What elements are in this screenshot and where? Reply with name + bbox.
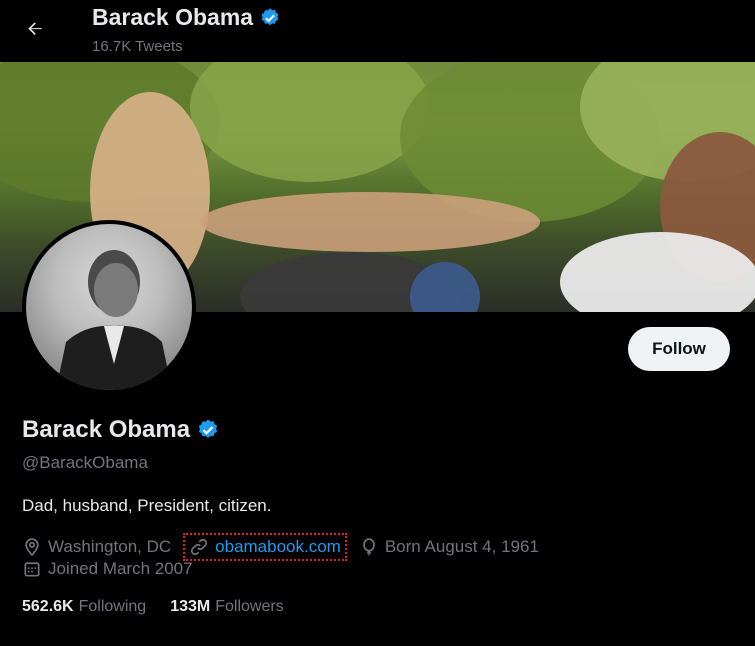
followers-count: 133M <box>170 598 211 615</box>
profile-name-row: Barack Obama <box>22 416 220 444</box>
verified-badge-icon <box>261 7 279 25</box>
following-count: 562.6K <box>22 598 74 615</box>
verified-badge-icon <box>198 419 218 438</box>
birthday-item: Born August 4, 1961 <box>359 537 539 557</box>
followers-link[interactable]: 133M Followers <box>170 598 284 616</box>
profile-handle: @BarackObama <box>22 453 148 472</box>
following-link[interactable]: 562.6K Following <box>22 598 146 616</box>
header-name: Barack Obama <box>92 4 254 30</box>
back-arrow-icon <box>28 22 42 35</box>
following-label: Following <box>78 598 147 615</box>
link-icon <box>191 538 208 556</box>
location-pin-icon <box>25 538 39 557</box>
profile-avatar[interactable] <box>22 220 196 394</box>
balloon-icon <box>363 538 375 556</box>
calendar-icon <box>24 562 40 577</box>
joined-text: Joined March 2007 <box>48 559 193 578</box>
profile-display-name: Barack Obama <box>22 416 191 443</box>
avatar-portrait <box>56 250 172 390</box>
joined-item: Joined March 2007 <box>22 559 193 579</box>
location-text: Washington, DC <box>48 537 172 556</box>
top-bar: Barack Obama 16.7K Tweets <box>0 0 755 62</box>
location-item: Washington, DC <box>22 537 171 557</box>
follow-button[interactable]: Follow <box>628 327 730 371</box>
website-item[interactable]: obamabook.com <box>183 533 347 561</box>
profile-meta-row: Washington, DC obamabook.com Born August… <box>22 533 553 561</box>
back-button[interactable] <box>18 12 52 46</box>
header-name-row: Barack Obama <box>92 4 281 31</box>
birthday-text: Born August 4, 1961 <box>384 537 539 556</box>
tweet-count: 16.7K Tweets <box>92 38 183 55</box>
profile-stats: 562.6K Following 133M Followers <box>22 598 284 616</box>
followers-label: Followers <box>215 598 284 615</box>
website-link[interactable]: obamabook.com <box>215 537 341 557</box>
profile-bio: Dad, husband, President, citizen. <box>22 496 272 515</box>
